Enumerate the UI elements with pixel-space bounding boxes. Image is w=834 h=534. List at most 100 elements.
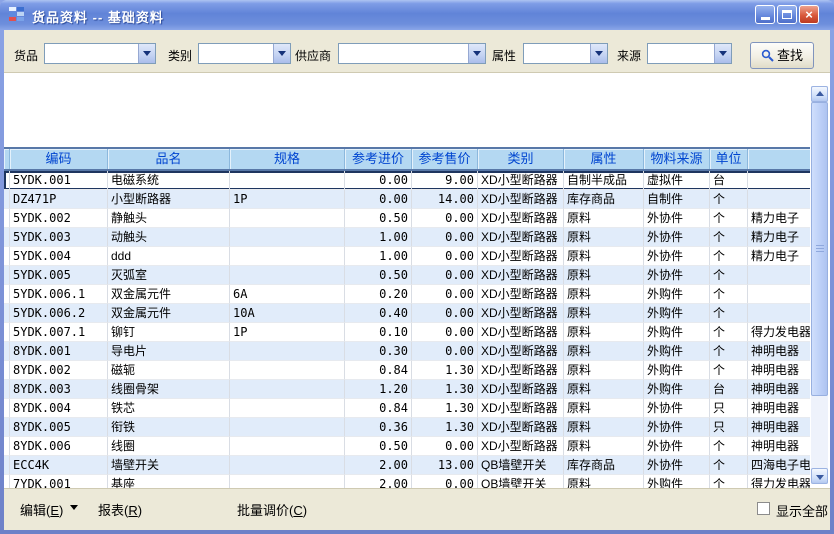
cell-unit[interactable]: 台	[710, 380, 748, 399]
cell-unit[interactable]: 个	[710, 247, 748, 266]
cell-supplier[interactable]	[748, 304, 810, 323]
cell-attribute[interactable]: 自制半成品	[564, 171, 644, 190]
table-row[interactable]: ECC4K墙壁开关2.0013.00QB墙壁开关库存商品外协件个四海电子电器	[4, 456, 810, 475]
show-all-checkbox[interactable]	[757, 502, 770, 515]
report-button[interactable]: 报表(R)	[98, 500, 142, 519]
maximize-button[interactable]	[777, 5, 797, 24]
cell-category[interactable]: XD小型断路器	[478, 228, 564, 247]
cell-material-source[interactable]: 外协件	[644, 266, 710, 285]
cell-supplier[interactable]: 神明电器	[748, 380, 810, 399]
cell-category[interactable]: XD小型断路器	[478, 342, 564, 361]
cell-material-source[interactable]: 外购件	[644, 380, 710, 399]
cell-material-source[interactable]: 外协件	[644, 437, 710, 456]
supplier-combobox[interactable]	[338, 43, 486, 64]
chevron-down-icon[interactable]	[138, 44, 155, 63]
cell-sell-price[interactable]: 0.00	[412, 285, 478, 304]
supplier-combobox-value[interactable]	[339, 44, 485, 63]
cell-unit[interactable]: 个	[710, 266, 748, 285]
cell-buy-price[interactable]: 0.50	[345, 209, 412, 228]
table-row[interactable]: DZ471P小型断路器1P0.0014.00XD小型断路器库存商品自制件个	[4, 190, 810, 209]
cell-spec[interactable]	[230, 228, 345, 247]
cell-unit[interactable]: 只	[710, 418, 748, 437]
cell-category[interactable]: XD小型断路器	[478, 361, 564, 380]
cell-attribute[interactable]: 原料	[564, 228, 644, 247]
cell-supplier[interactable]: 精力电子	[748, 209, 810, 228]
cell-buy-price[interactable]: 0.50	[345, 266, 412, 285]
cell-code[interactable]: 5YDK.007.1	[10, 323, 108, 342]
cell-category[interactable]: XD小型断路器	[478, 190, 564, 209]
cell-buy-price[interactable]: 0.20	[345, 285, 412, 304]
cell-attribute[interactable]: 原料	[564, 247, 644, 266]
cell-supplier[interactable]: 神明电器	[748, 418, 810, 437]
cell-code[interactable]: 8YDK.004	[10, 399, 108, 418]
cell-supplier[interactable]: 神明电器	[748, 361, 810, 380]
cell-name[interactable]: 墙壁开关	[108, 456, 230, 475]
column-header-material-source[interactable]: 物料来源	[644, 149, 710, 169]
cell-unit[interactable]: 个	[710, 361, 748, 380]
cell-buy-price[interactable]: 2.00	[345, 456, 412, 475]
chevron-down-icon[interactable]	[468, 44, 485, 63]
cell-code[interactable]: 8YDK.002	[10, 361, 108, 380]
cell-code[interactable]: 5YDK.006.2	[10, 304, 108, 323]
cell-attribute[interactable]: 原料	[564, 342, 644, 361]
cell-code[interactable]: 5YDK.001	[10, 171, 108, 190]
table-row[interactable]: 8YDK.003线圈骨架1.201.30XD小型断路器原料外购件台神明电器	[4, 380, 810, 399]
table-row[interactable]: 8YDK.004铁芯0.841.30XD小型断路器原料外协件只神明电器	[4, 399, 810, 418]
cell-sell-price[interactable]: 1.30	[412, 418, 478, 437]
column-header-code[interactable]: 编码	[10, 149, 108, 169]
cell-attribute[interactable]: 原料	[564, 418, 644, 437]
cell-spec[interactable]: 10A	[230, 304, 345, 323]
cell-buy-price[interactable]: 1.00	[345, 228, 412, 247]
cell-attribute[interactable]: 原料	[564, 380, 644, 399]
edit-menu-button[interactable]: 编辑(E)	[20, 500, 78, 519]
cell-category[interactable]: XD小型断路器	[478, 266, 564, 285]
vertical-scrollbar-thumb[interactable]	[811, 102, 828, 396]
cell-name[interactable]: 磁轭	[108, 361, 230, 380]
cell-attribute[interactable]: 原料	[564, 437, 644, 456]
cell-sell-price[interactable]: 0.00	[412, 323, 478, 342]
cell-sell-price[interactable]: 1.30	[412, 380, 478, 399]
cell-sell-price[interactable]: 0.00	[412, 228, 478, 247]
cell-name[interactable]: 铆钉	[108, 323, 230, 342]
cell-spec[interactable]	[230, 437, 345, 456]
cell-sell-price[interactable]: 14.00	[412, 190, 478, 209]
cell-material-source[interactable]: 外协件	[644, 456, 710, 475]
cell-buy-price[interactable]: 0.00	[345, 190, 412, 209]
cell-supplier[interactable]	[748, 190, 810, 209]
cell-buy-price[interactable]: 0.00	[345, 171, 412, 190]
cell-sell-price[interactable]: 0.00	[412, 209, 478, 228]
scroll-down-button[interactable]	[811, 468, 828, 484]
cell-code[interactable]: ECC4K	[10, 456, 108, 475]
table-row[interactable]: 8YDK.001导电片0.300.00XD小型断路器原料外购件个神明电器	[4, 342, 810, 361]
minimize-button[interactable]	[755, 5, 775, 24]
cell-sell-price[interactable]: 1.30	[412, 399, 478, 418]
cell-material-source[interactable]: 外协件	[644, 209, 710, 228]
cell-name[interactable]: 静触头	[108, 209, 230, 228]
cell-spec[interactable]	[230, 266, 345, 285]
cell-name[interactable]: 动触头	[108, 228, 230, 247]
cell-unit[interactable]: 个	[710, 190, 748, 209]
cell-supplier[interactable]: 神明电器	[748, 342, 810, 361]
cell-attribute[interactable]: 原料	[564, 266, 644, 285]
cell-spec[interactable]	[230, 456, 345, 475]
cell-buy-price[interactable]: 0.40	[345, 304, 412, 323]
cell-name[interactable]: ddd	[108, 247, 230, 266]
source-combobox[interactable]	[647, 43, 732, 64]
cell-category[interactable]: XD小型断路器	[478, 285, 564, 304]
cell-spec[interactable]	[230, 247, 345, 266]
cell-supplier[interactable]: 精力电子	[748, 228, 810, 247]
chevron-down-icon[interactable]	[714, 44, 731, 63]
chevron-down-icon[interactable]	[590, 44, 607, 63]
cell-buy-price[interactable]: 0.30	[345, 342, 412, 361]
category-combobox[interactable]	[198, 43, 291, 64]
cell-attribute[interactable]: 原料	[564, 285, 644, 304]
cell-supplier[interactable]: 四海电子电器	[748, 456, 810, 475]
cell-buy-price[interactable]: 0.10	[345, 323, 412, 342]
table-row[interactable]: 5YDK.002静触头0.500.00XD小型断路器原料外协件个精力电子	[4, 209, 810, 228]
cell-spec[interactable]	[230, 380, 345, 399]
cell-material-source[interactable]: 外协件	[644, 418, 710, 437]
table-row[interactable]: 5YDK.005灭弧室0.500.00XD小型断路器原料外协件个	[4, 266, 810, 285]
cell-material-source[interactable]: 自制件	[644, 190, 710, 209]
cell-code[interactable]: 8YDK.006	[10, 437, 108, 456]
cell-spec[interactable]: 1P	[230, 323, 345, 342]
